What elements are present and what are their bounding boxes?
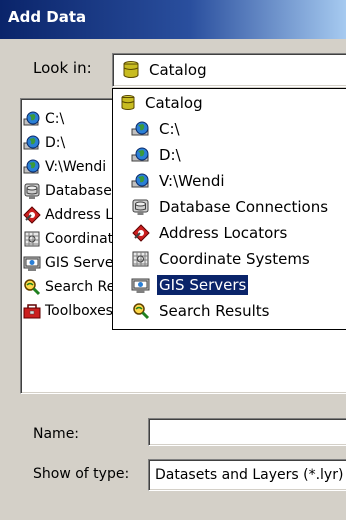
drive-globe-icon (131, 146, 151, 164)
dropdown-item-label: Database Connections (159, 198, 329, 216)
list-item-d-drive[interactable]: D:\ (23, 133, 65, 153)
database-connections-icon (23, 182, 41, 200)
window-title: Add Data (8, 8, 87, 26)
list-item-v-drive[interactable]: V:\Wendi (23, 157, 106, 177)
show-type-label: Show of type: (33, 466, 130, 482)
gis-servers-icon (131, 276, 151, 294)
dropdown-item-label: V:\Wendi (159, 172, 225, 190)
dropdown-item-label: Search Results (159, 302, 270, 320)
list-item-toolboxes[interactable]: Toolboxes (23, 301, 113, 321)
title-bar[interactable]: Add Data (0, 0, 346, 39)
dropdown-item-c-drive[interactable]: C:\ (131, 117, 182, 141)
look-in-dropdown-list[interactable]: Catalog C:\ D:\ V:\Wendi Database Connec… (112, 88, 346, 330)
drive-globe-icon (131, 120, 151, 138)
dropdown-item-label: Catalog (145, 94, 203, 112)
dropdown-item-label: Address Locators (159, 224, 288, 242)
name-input[interactable] (148, 418, 346, 446)
database-connections-icon (131, 198, 151, 216)
dropdown-item-search-results[interactable]: Search Results (131, 299, 271, 323)
catalog-icon (121, 60, 141, 80)
coordinate-systems-icon (131, 250, 151, 268)
look-in-label: Look in: (33, 59, 92, 77)
dropdown-item-v-drive[interactable]: V:\Wendi (131, 169, 227, 193)
dropdown-item-coordinate-systems[interactable]: Coordinate Systems (131, 247, 312, 271)
list-item-c-drive[interactable]: C:\ (23, 109, 64, 129)
name-label: Name: (33, 426, 80, 442)
drive-globe-icon (23, 134, 41, 152)
dropdown-item-database-connections[interactable]: Database Connections (131, 195, 330, 219)
dropdown-item-label: C:\ (159, 120, 180, 138)
drive-globe-icon (23, 110, 41, 128)
address-locators-icon (131, 224, 151, 242)
drive-globe-icon (131, 172, 151, 190)
show-of-type-dropdown[interactable]: Datasets and Layers (*.lyr) (148, 459, 346, 491)
list-item-label: V:\Wendi (45, 159, 107, 175)
list-item-label: Toolboxes (45, 303, 113, 319)
address-locators-icon (23, 206, 41, 224)
dropdown-item-label: Coordinate Systems (159, 250, 310, 268)
list-item-label: D:\ (45, 135, 66, 151)
dropdown-item-d-drive[interactable]: D:\ (131, 143, 183, 167)
look-in-dropdown[interactable]: Catalog (112, 53, 346, 87)
dropdown-item-label: D:\ (159, 146, 181, 164)
show-type-value: Datasets and Layers (*.lyr) (155, 467, 344, 483)
toolboxes-icon (23, 302, 41, 320)
search-results-icon (23, 278, 41, 296)
catalog-icon (119, 94, 137, 112)
drive-globe-icon (23, 158, 41, 176)
dropdown-item-address-locators[interactable]: Address Locators (131, 221, 289, 245)
dropdown-item-label: GIS Servers (157, 275, 249, 295)
look-in-value: Catalog (149, 61, 207, 79)
list-item-gis-servers[interactable]: GIS Servers (23, 253, 127, 273)
coordinate-systems-icon (23, 230, 41, 248)
list-item-label: C:\ (45, 111, 65, 127)
search-results-icon (131, 302, 151, 320)
dropdown-item-gis-servers[interactable]: GIS Servers (131, 273, 249, 297)
gis-servers-icon (23, 254, 41, 272)
add-data-dialog: Add Data Look in: Catalog C:\ D:\ V:\Wen… (0, 0, 346, 520)
dropdown-item-catalog[interactable]: Catalog (119, 91, 205, 115)
